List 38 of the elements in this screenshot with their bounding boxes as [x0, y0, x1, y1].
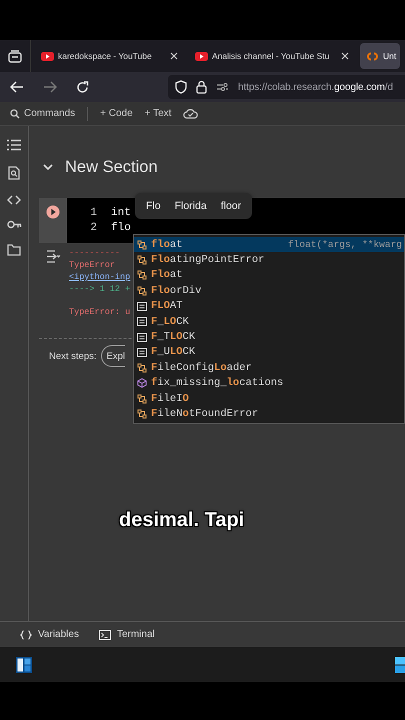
browser-tab[interactable]: karedokspace - YouTube [35, 43, 183, 69]
completion-item[interactable]: FileIO [134, 390, 404, 406]
section-title: New Section [65, 158, 158, 176]
separator-line: ---------- [69, 247, 122, 259]
line-number: 1 [89, 206, 97, 218]
completion-item[interactable]: FileConfigLoader [134, 360, 404, 376]
completion-item[interactable]: FloatingPointError [134, 252, 404, 268]
completion-item[interactable]: FloorDiv [134, 283, 404, 299]
variables-button[interactable]: Variables [20, 629, 79, 640]
completion-item[interactable]: Float [134, 268, 404, 284]
completion-item[interactable]: fix_missing_locations [134, 376, 404, 391]
completion-item[interactable]: FileNotFoundError [134, 406, 404, 422]
traceback-line: ----> 1 12 + [69, 283, 130, 295]
completion-item[interactable]: F_ULOCK [134, 344, 404, 360]
add-code-button[interactable]: + Code [100, 108, 133, 119]
suggestion[interactable]: Flo [139, 200, 168, 212]
add-text-button[interactable]: + Text [144, 108, 172, 119]
url-text: https://colab.research.google.com/d [238, 82, 393, 92]
address-bar[interactable]: https://colab.research.google.com/d [168, 75, 405, 99]
completion-item[interactable]: float float(*args, **kwarg [134, 237, 404, 252]
video-caption: desimal. Tapi [119, 509, 244, 532]
explain-button[interactable]: Expl [100, 345, 126, 367]
traceback-link[interactable]: <ipython-inp [69, 271, 130, 283]
suggestion[interactable]: Florida [168, 200, 214, 212]
code-line: int [111, 206, 131, 218]
completion-item[interactable]: FLOAT [134, 298, 404, 314]
completion-item[interactable]: F_TLOCK [134, 329, 404, 345]
commands-button[interactable]: Commands [10, 108, 76, 119]
suggestion[interactable]: floor [214, 200, 248, 212]
browser-tab[interactable]: Unt [360, 43, 400, 69]
completion-item[interactable]: F_LOCK [134, 314, 404, 330]
browser-tab[interactable]: Analisis channel - YouTube Stu [189, 43, 354, 69]
error-text: TypeError: u [69, 306, 130, 318]
terminal-button[interactable]: Terminal [98, 629, 155, 640]
code-line: flo [111, 222, 131, 234]
line-number: 2 [89, 222, 97, 234]
next-steps-label: Next steps: [49, 350, 97, 362]
error-text: TypeError [69, 259, 116, 271]
